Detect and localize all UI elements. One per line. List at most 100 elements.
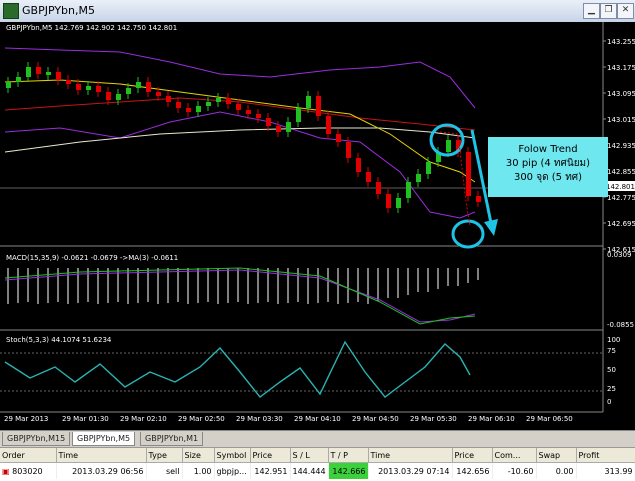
candle-body: [16, 77, 21, 82]
stoch-label: Stoch(5,3,3) 44.1074 51.6234: [6, 336, 112, 344]
candle-body: [256, 114, 261, 118]
stoch-tick-label: 25: [607, 385, 616, 393]
stoch-main-line: [4, 340, 471, 398]
macd-tick-label: -0.0855: [607, 321, 634, 329]
candle-body: [106, 92, 111, 100]
time-tick-label: 29 Mar 04:50: [352, 415, 399, 423]
candle-body: [326, 116, 331, 134]
macd-signal: [4, 269, 476, 323]
time-cell: 2013.03.29 06:56: [56, 462, 147, 479]
time-tick-label: 29 Mar 06:10: [468, 415, 515, 423]
candle-body: [56, 72, 61, 80]
candle-body: [396, 198, 401, 208]
col-swap[interactable]: Swap: [536, 448, 577, 463]
col-order[interactable]: Order: [0, 448, 57, 463]
candle-body: [176, 102, 181, 108]
candle-body: [116, 94, 121, 100]
macd-label: MACD(15,35,9) -0.0621 -0.0679 ->MA(3) -0…: [6, 254, 179, 262]
candle-body: [96, 86, 101, 92]
price-tick-label: 143.015: [607, 116, 635, 124]
col-tp[interactable]: T / P: [328, 448, 369, 463]
candle-body: [206, 102, 211, 106]
time-tick-label: 29 Mar 02:10: [120, 415, 167, 423]
orders-table: Order Time Type Size Symbol Price S / L …: [0, 448, 635, 479]
minimize-button[interactable]: ▁: [583, 3, 600, 19]
tp-cell: 142.666: [328, 462, 369, 479]
orders-panel: Order Time Type Size Symbol Price S / L …: [0, 447, 635, 481]
candle-body: [76, 84, 81, 90]
stoch-tick-label: 75: [607, 347, 616, 355]
chart-canvas: 143.255 143.175 143.095 143.015 142.935 142.8…: [0, 22, 635, 423]
candle-body: [246, 110, 251, 114]
tab-gbpjpy-m15[interactable]: GBPJPYbn,M15: [2, 432, 71, 446]
tab-gbpjpy-m1[interactable]: GBPJPYbn,M1: [140, 432, 204, 446]
trade-line: [439, 131, 471, 227]
candle-body: [316, 96, 321, 116]
symbol-cell: gbpjp...: [214, 462, 251, 479]
trend-arrow-head: [484, 219, 498, 236]
sl-cell: 144.444: [290, 462, 329, 479]
candle-body: [26, 67, 31, 77]
window-title: GBPJPYbn,M5: [22, 4, 95, 17]
candle-body: [186, 108, 191, 112]
candle-body: [66, 80, 71, 84]
order-number: 803020: [12, 466, 43, 476]
order-cell: ▣ 803020: [0, 462, 57, 479]
candle-body: [236, 104, 241, 110]
candle-body: [356, 158, 361, 172]
candle-body: [46, 72, 51, 75]
candle-body: [476, 196, 481, 202]
col-type[interactable]: Type: [146, 448, 183, 463]
candle-body: [306, 96, 311, 108]
swap-cell: 0.00: [536, 462, 577, 479]
price-tick-label: 142.935: [607, 142, 635, 150]
col-commission[interactable]: Com...: [492, 448, 537, 463]
candle-body: [136, 82, 141, 88]
candle-body: [226, 98, 231, 104]
candle-body: [146, 82, 151, 92]
candle-body: [166, 96, 171, 102]
trend-annotation: Folow Trend 30 pip (4 ทศนิยม) 300 จุด (5…: [488, 137, 608, 197]
time-tick-label: 29 Mar 05:30: [410, 415, 457, 423]
price-tick-label: 143.095: [607, 90, 635, 98]
col-size[interactable]: Size: [182, 448, 215, 463]
price2-cell: 142.656: [452, 462, 493, 479]
time2-cell: 2013.03.29 07:14: [368, 462, 453, 479]
size-cell: 1.00: [182, 462, 215, 479]
ma-long: [4, 127, 476, 153]
bollinger-upper: [4, 47, 476, 109]
stoch-tick-label: 100: [607, 336, 620, 344]
exit-circle: [451, 219, 485, 249]
col-symbol[interactable]: Symbol: [214, 448, 251, 463]
candle-body: [416, 174, 421, 182]
candle-body: [446, 140, 451, 152]
stoch-tick-label: 0: [607, 398, 611, 406]
col-profit[interactable]: Profit: [576, 448, 635, 463]
col-time2[interactable]: Time: [368, 448, 453, 463]
profit-cell: 313.99: [576, 462, 635, 479]
col-time[interactable]: Time: [56, 448, 147, 463]
candle-body: [296, 108, 301, 122]
time-tick-label: 29 Mar 04:10: [294, 415, 341, 423]
current-price-label: 142.801: [606, 183, 635, 191]
time-tick-label: 29 Mar 2013: [4, 415, 48, 423]
close-button[interactable]: ✕: [617, 3, 634, 19]
col-price[interactable]: Price: [250, 448, 291, 463]
price-tick-label: 143.175: [607, 64, 635, 72]
chart-tabs: GBPJPYbn,M15 GBPJPYbn,M5 GBPJPYbn,M1: [0, 430, 635, 447]
col-sl[interactable]: S / L: [290, 448, 329, 463]
candle-body: [86, 86, 91, 90]
time-tick-label: 29 Mar 06:50: [526, 415, 573, 423]
tab-gbpjpy-m5[interactable]: GBPJPYbn,M5: [72, 432, 136, 446]
price-chart[interactable]: 143.255 143.175 143.095 143.015 142.935 142.8…: [0, 22, 635, 430]
candle-body: [6, 82, 11, 88]
candle-body: [276, 126, 281, 132]
maximize-button[interactable]: ❐: [600, 3, 617, 19]
price-cell: 142.951: [250, 462, 291, 479]
col-price2[interactable]: Price: [452, 448, 493, 463]
commission-cell: -10.60: [492, 462, 537, 479]
macd-tick-label: 0.0309: [607, 251, 632, 259]
price-tick-label: 143.255: [607, 38, 635, 46]
table-row[interactable]: ▣ 803020 2013.03.29 06:56 sell 1.00 gbpj…: [0, 462, 635, 479]
ma-slow: [4, 97, 476, 131]
